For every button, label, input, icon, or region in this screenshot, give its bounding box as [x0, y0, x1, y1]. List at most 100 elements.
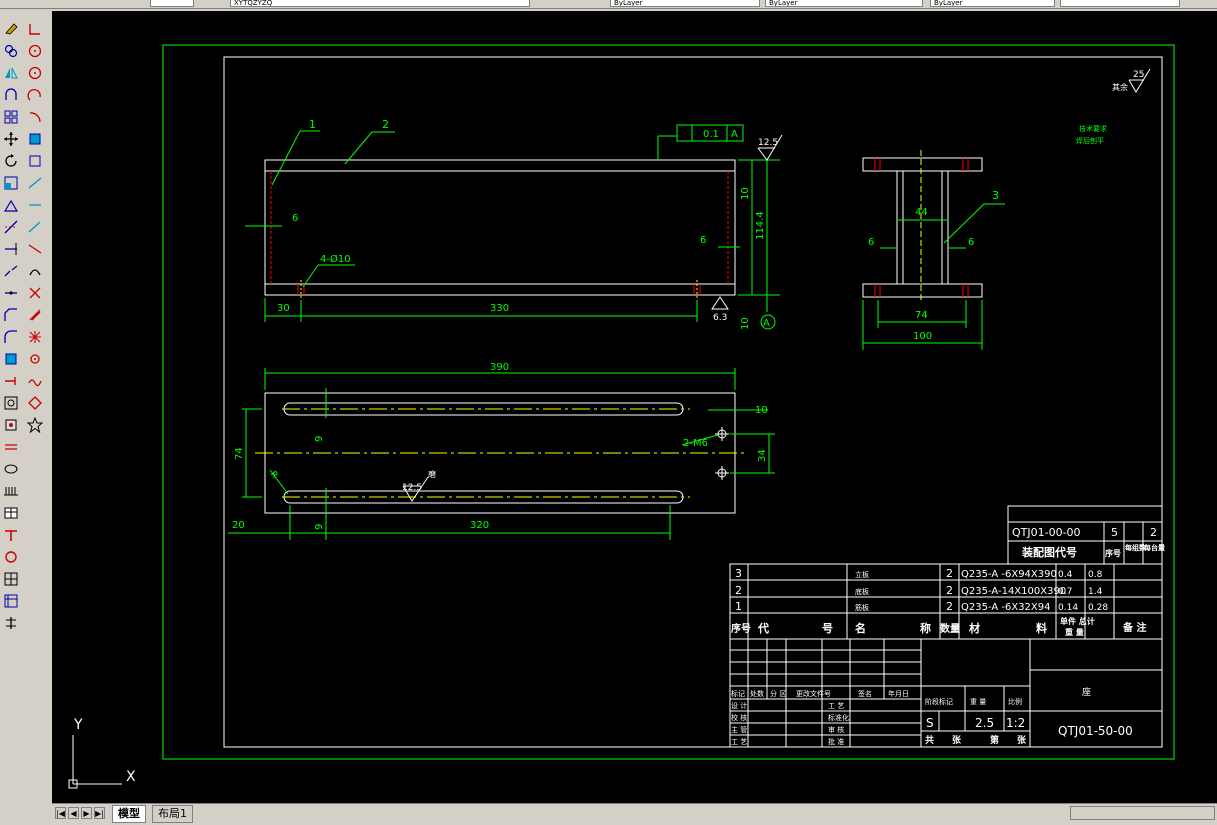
- field-icon[interactable]: [1, 569, 20, 588]
- top-roughness: 12.5: [402, 483, 422, 493]
- xref-icon[interactable]: [1, 613, 20, 632]
- text-icon[interactable]: [1, 525, 20, 544]
- dim-center-icon[interactable]: [25, 305, 44, 324]
- extend-icon[interactable]: [1, 239, 20, 258]
- tb-drawing-no: QTJ01-50-00: [1058, 724, 1133, 738]
- diamond-icon[interactable]: [25, 393, 44, 412]
- dim-ordinate-icon[interactable]: [25, 239, 44, 258]
- first-tab-button[interactable]: |◀: [55, 807, 66, 819]
- bom-h-qty: 数量: [940, 622, 960, 635]
- bom-table: 3 立板 2 Q235-A -6X94X390 0.4 0.8 2 底板 2 Q235-A-14X…: [729, 563, 1163, 640]
- block-icon[interactable]: [1, 393, 20, 412]
- circle-2p-icon[interactable]: [25, 63, 44, 82]
- assembly-qty-a: 5: [1111, 526, 1118, 539]
- hatch-icon[interactable]: [1, 437, 20, 456]
- bom-cell-total: 0.8: [1088, 570, 1103, 580]
- dim-aligned-icon[interactable]: [25, 195, 44, 214]
- bom-cell-qty: 2: [946, 567, 953, 580]
- dim-114: 114.4: [755, 211, 766, 240]
- bom-cell-seq: 1: [735, 600, 742, 613]
- next-tab-button[interactable]: ▶: [81, 807, 92, 819]
- move-icon[interactable]: [1, 129, 20, 148]
- point-icon[interactable]: [1, 415, 20, 434]
- workspace-dropdown[interactable]: [150, 0, 194, 7]
- tb-sheet-no: 第: [990, 734, 999, 746]
- bom-h-code: 代: [757, 621, 769, 635]
- assembly-drawing-no: QTJ01-00-00: [1012, 526, 1081, 539]
- tb-r6: 年月日: [888, 689, 909, 698]
- bom-cell-unit: 0.14: [1058, 603, 1078, 613]
- array-icon[interactable]: [1, 107, 20, 126]
- horizontal-scrollbar[interactable]: [1070, 806, 1215, 820]
- plotstyle-dropdown[interactable]: [1060, 0, 1180, 7]
- dim-10-top: 10: [740, 187, 751, 200]
- copy-icon[interactable]: [1, 41, 20, 60]
- layer-dropdown[interactable]: XYTQZYZQ: [230, 0, 530, 7]
- mirror-icon[interactable]: [1, 63, 20, 82]
- circle-icon[interactable]: [25, 41, 44, 60]
- linetype-dropdown[interactable]: ByLayer: [765, 0, 923, 7]
- top-rough-label: 磨: [428, 469, 436, 479]
- dim-390: 390: [490, 362, 509, 373]
- trim-icon[interactable]: [1, 217, 20, 236]
- wave-icon[interactable]: [25, 371, 44, 390]
- explode-star-icon[interactable]: [25, 327, 44, 346]
- ucs-x-label: X: [126, 769, 136, 785]
- lineweight-dropdown[interactable]: ByLayer: [930, 0, 1055, 7]
- dim-diameter-icon[interactable]: [25, 283, 44, 302]
- dim-44: 44: [915, 207, 928, 218]
- dim-20: 20: [232, 520, 245, 531]
- scale-icon[interactable]: [1, 173, 20, 192]
- target-icon[interactable]: [25, 349, 44, 368]
- chamfer-icon[interactable]: [1, 305, 20, 324]
- balloon-3: 3: [992, 189, 999, 202]
- mtext-icon[interactable]: [1, 547, 20, 566]
- color-dropdown[interactable]: ByLayer: [610, 0, 760, 7]
- line-icon[interactable]: [25, 19, 44, 38]
- arc-3p-icon[interactable]: [25, 107, 44, 126]
- dim-linear-icon[interactable]: [25, 173, 44, 192]
- tab-layout1[interactable]: 布局1: [152, 805, 193, 823]
- bom-h-code2: 号: [822, 622, 833, 635]
- star-icon[interactable]: [25, 415, 44, 434]
- tech-req-1: 技术要求: [1079, 124, 1107, 133]
- tb-sheet-label1: 张: [952, 734, 962, 746]
- prev-tab-button[interactable]: ◀: [68, 807, 79, 819]
- corner-roughness-label: 其余: [1112, 82, 1128, 92]
- dim-10-bottom: 10: [740, 317, 751, 330]
- gradient-icon[interactable]: [1, 459, 20, 478]
- offset-icon[interactable]: [1, 85, 20, 104]
- stretch-icon[interactable]: [1, 195, 20, 214]
- corner-roughness: 25: [1133, 70, 1144, 80]
- polyline-icon[interactable]: [25, 129, 44, 148]
- tb-weight: 2.5: [975, 716, 994, 730]
- table-icon[interactable]: [1, 503, 20, 522]
- bom-cell-name: 筋板: [855, 603, 869, 612]
- modify-toolbar: [0, 18, 21, 635]
- break-icon[interactable]: [1, 261, 20, 280]
- bom-h-weight-top: 单件 总计: [1060, 616, 1095, 626]
- dim-radius-icon[interactable]: [25, 261, 44, 280]
- dim-30: 30: [277, 303, 290, 314]
- erase-icon[interactable]: [1, 19, 20, 38]
- dim-330: 330: [490, 303, 509, 314]
- tab-model[interactable]: 模型: [112, 805, 146, 823]
- region-icon[interactable]: [1, 481, 20, 500]
- layout-icon[interactable]: [1, 591, 20, 610]
- side-dim-6-left: 6: [868, 237, 874, 248]
- last-tab-button[interactable]: ▶|: [94, 807, 105, 819]
- drawing-canvas[interactable]: 1 2 6 6 4-Ø10 30 330 10 114.4 10 A 0.1 A…: [52, 11, 1217, 803]
- dim-100: 100: [913, 331, 932, 342]
- bom-cell-name: 底板: [855, 587, 869, 596]
- insert-icon[interactable]: [1, 371, 20, 390]
- arc-icon[interactable]: [25, 85, 44, 104]
- explode-icon[interactable]: [1, 349, 20, 368]
- dim-angular-icon[interactable]: [25, 217, 44, 236]
- datum-a: A: [763, 318, 770, 329]
- fillet-icon[interactable]: [1, 327, 20, 346]
- dim-6-right: 6: [700, 235, 706, 246]
- polygon-icon[interactable]: [25, 151, 44, 170]
- join-icon[interactable]: [1, 283, 20, 302]
- rotate-icon[interactable]: [1, 151, 20, 170]
- layout-tab-bar: |◀ ◀ ▶ ▶| 模型 布局1: [52, 803, 1217, 823]
